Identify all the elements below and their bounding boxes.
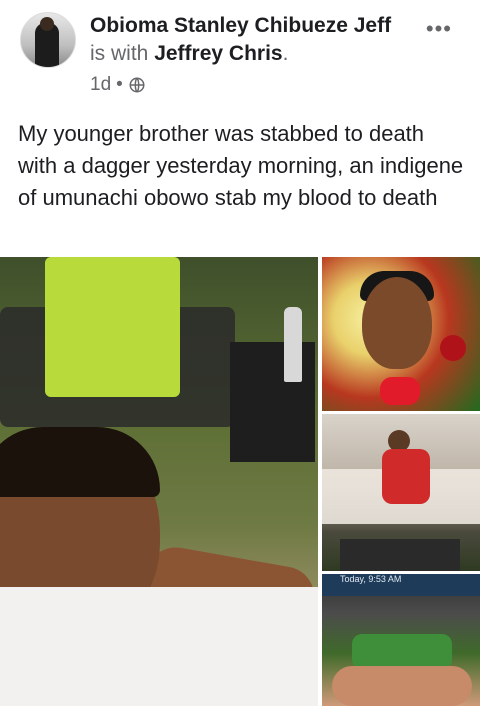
post-meta: 1d • <box>90 74 146 96</box>
photo-portrait[interactable] <box>322 257 480 411</box>
photo-main[interactable] <box>0 257 318 706</box>
author-name[interactable]: Obioma Stanley Chibueze Jeff <box>90 14 391 37</box>
more-options-icon[interactable]: ••• <box>426 16 452 42</box>
post-avatar[interactable] <box>20 12 76 68</box>
photo-screenshot[interactable]: Today, 9:53 AM <box>322 574 480 706</box>
rose-decoration <box>440 335 466 361</box>
avatar-head <box>40 17 54 31</box>
photo-seated[interactable] <box>322 414 480 571</box>
person-hair <box>0 427 160 497</box>
body <box>332 666 472 706</box>
with-text: is with <box>90 42 149 65</box>
hearts-decoration <box>380 377 420 405</box>
meta-separator: • <box>116 74 123 95</box>
header-period: . <box>282 42 289 65</box>
green-cloth <box>352 634 452 669</box>
person-shirt <box>0 587 318 706</box>
side-table <box>230 342 315 462</box>
drinks-table <box>340 539 460 571</box>
seated-person <box>382 449 430 504</box>
chair-cushion <box>45 257 180 397</box>
post-header: Obioma Stanley Chibueze Jeff is with Jef… <box>90 12 410 68</box>
tagged-name[interactable]: Jeffrey Chris <box>154 42 282 65</box>
portrait-face <box>362 277 432 369</box>
globe-icon[interactable] <box>128 76 146 94</box>
post-time[interactable]: 1d <box>90 74 111 96</box>
screenshot-status-bar: Today, 9:53 AM <box>322 574 480 596</box>
post-text: My younger brother was stabbed to death … <box>18 121 464 210</box>
bottle <box>284 307 302 382</box>
